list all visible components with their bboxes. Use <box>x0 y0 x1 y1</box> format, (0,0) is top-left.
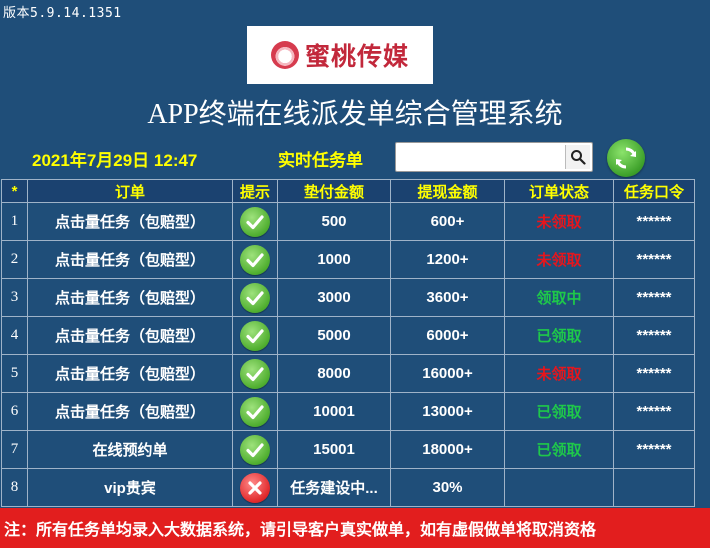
advance-amount: 15001 <box>277 430 391 469</box>
task-code: ****** <box>613 202 695 241</box>
page-title: APP终端在线派发单综合管理系统 <box>147 99 563 130</box>
order-name: 点击量任务（包赔型） <box>27 354 233 393</box>
order-status: 未领取 <box>504 202 614 241</box>
task-code: ****** <box>613 316 695 355</box>
order-name: 点击量任务（包赔型） <box>27 392 233 431</box>
order-name: 点击量任务（包赔型） <box>27 202 233 241</box>
search-button[interactable] <box>565 145 590 169</box>
task-code: ****** <box>613 392 695 431</box>
current-datetime: 2021年7月29日 12:47 <box>32 151 198 170</box>
withdraw-amount: 600+ <box>390 202 505 241</box>
table-row[interactable]: 5 点击量任务（包赔型） 8000 16000+ 未领取 ****** <box>1 354 695 393</box>
hint-cell <box>232 430 278 469</box>
order-name: 点击量任务（包赔型） <box>27 316 233 355</box>
order-status: 已领取 <box>504 430 614 469</box>
header-advance-amount: 垫付金额 <box>277 179 391 203</box>
table-row[interactable]: 1 点击量任务（包赔型） 500 600+ 未领取 ****** <box>1 202 695 241</box>
advance-amount: 3000 <box>277 278 391 317</box>
withdraw-amount: 3600+ <box>390 278 505 317</box>
task-code <box>613 468 695 507</box>
row-index: 6 <box>1 392 28 431</box>
header-order: 订单 <box>27 179 233 203</box>
advance-amount: 任务建设中... <box>277 468 391 507</box>
version-label: 版本5.9.14.1351 <box>3 6 122 21</box>
advance-amount: 1000 <box>277 240 391 279</box>
table-row[interactable]: 8 vip贵宾 任务建设中... 30% <box>1 468 695 507</box>
row-index: 1 <box>1 202 28 241</box>
task-code: ****** <box>613 278 695 317</box>
table-row[interactable]: 6 点击量任务（包赔型） 10001 13000+ 已领取 ****** <box>1 392 695 431</box>
hint-cell <box>232 278 278 317</box>
row-index: 2 <box>1 240 28 279</box>
task-code: ****** <box>613 430 695 469</box>
withdraw-amount: 1200+ <box>390 240 505 279</box>
task-code: ****** <box>613 240 695 279</box>
order-status: 未领取 <box>504 240 614 279</box>
header-index: * <box>1 179 28 203</box>
advance-amount: 5000 <box>277 316 391 355</box>
hint-cell <box>232 468 278 507</box>
check-icon <box>240 434 270 465</box>
hint-cell <box>232 392 278 431</box>
row-index: 4 <box>1 316 28 355</box>
withdraw-amount: 18000+ <box>390 430 505 469</box>
refresh-icon <box>616 147 636 169</box>
row-index: 8 <box>1 468 28 507</box>
realtime-task-label: 实时任务单 <box>278 151 363 170</box>
withdraw-amount: 6000+ <box>390 316 505 355</box>
row-index: 3 <box>1 278 28 317</box>
refresh-button[interactable] <box>607 139 645 177</box>
advance-amount: 500 <box>277 202 391 241</box>
order-status: 已领取 <box>504 316 614 355</box>
check-icon <box>240 358 270 389</box>
check-icon <box>240 282 270 313</box>
order-status <box>504 468 614 507</box>
table-row[interactable]: 4 点击量任务（包赔型） 5000 6000+ 已领取 ****** <box>1 316 695 355</box>
order-status: 未领取 <box>504 354 614 393</box>
header-withdraw-amount: 提现金额 <box>390 179 505 203</box>
search-box <box>395 142 593 172</box>
row-index: 5 <box>1 354 28 393</box>
advance-amount: 8000 <box>277 354 391 393</box>
logo-text: 蜜桃传媒 <box>304 42 409 71</box>
peach-logo-icon <box>270 41 299 69</box>
order-name: 点击量任务（包赔型） <box>27 278 233 317</box>
check-icon <box>240 206 270 237</box>
hint-cell <box>232 316 278 355</box>
cross-icon <box>240 472 270 503</box>
order-name: vip贵宾 <box>27 468 233 507</box>
table-row[interactable]: 3 点击量任务（包赔型） 3000 3600+ 领取中 ****** <box>1 278 695 317</box>
check-icon <box>240 244 270 275</box>
search-input[interactable] <box>400 146 564 170</box>
header-hint: 提示 <box>232 179 278 203</box>
check-icon <box>240 396 270 427</box>
table-header-row: * 订单 提示 垫付金额 提现金额 订单状态 任务口令 <box>1 179 695 203</box>
withdraw-amount: 30% <box>390 468 505 507</box>
withdraw-amount: 16000+ <box>390 354 505 393</box>
row-index: 7 <box>1 430 28 469</box>
hint-cell <box>232 354 278 393</box>
task-code: ****** <box>613 354 695 393</box>
search-icon <box>571 150 586 165</box>
brand-logo: 蜜桃传媒 <box>247 26 433 84</box>
order-name: 在线预约单 <box>27 430 233 469</box>
hint-cell <box>232 240 278 279</box>
check-icon <box>240 320 270 351</box>
advance-amount: 10001 <box>277 392 391 431</box>
order-status: 领取中 <box>504 278 614 317</box>
table-row[interactable]: 2 点击量任务（包赔型） 1000 1200+ 未领取 ****** <box>1 240 695 279</box>
task-table: * 订单 提示 垫付金额 提现金额 订单状态 任务口令 1 点击量任务（包赔型） 5… <box>1 179 695 507</box>
order-name: 点击量任务（包赔型） <box>27 240 233 279</box>
header-task-code: 任务口令 <box>613 179 695 203</box>
withdraw-amount: 13000+ <box>390 392 505 431</box>
header-order-status: 订单状态 <box>504 179 614 203</box>
table-row[interactable]: 7 在线预约单 15001 18000+ 已领取 ****** <box>1 430 695 469</box>
hint-cell <box>232 202 278 241</box>
notice-banner: 注：所有任务单均录入大数据系统，请引导客户真实做单，如有虚假做单将取消资格 <box>0 508 710 548</box>
order-status: 已领取 <box>504 392 614 431</box>
